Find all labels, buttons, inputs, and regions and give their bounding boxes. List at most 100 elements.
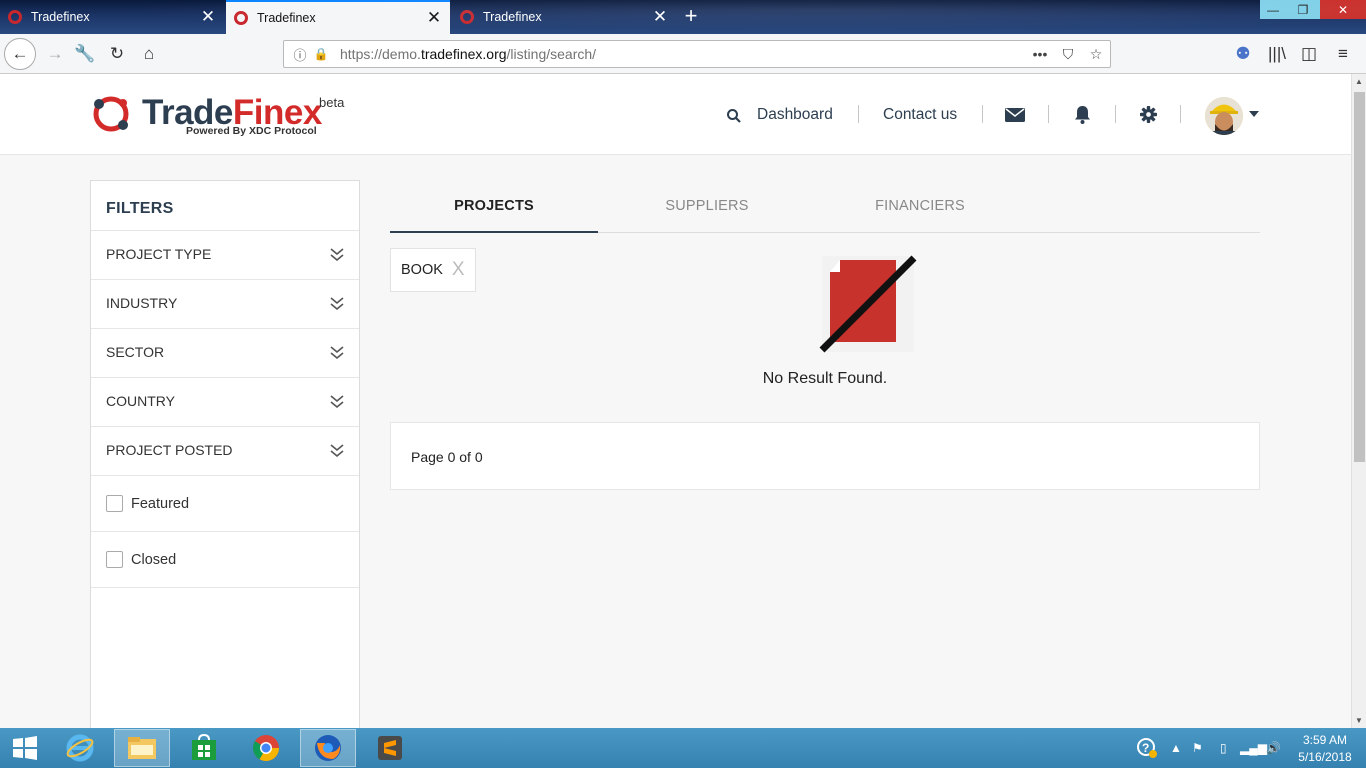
filter-label: SECTOR [106, 344, 165, 360]
nav-separator [1115, 105, 1116, 123]
svg-text:?: ? [1142, 741, 1149, 755]
nav-separator [1048, 105, 1049, 123]
action-center-flag-icon[interactable]: ⚑ [1192, 728, 1203, 768]
tab-projects[interactable]: PROJECTS [390, 180, 598, 233]
scroll-down-icon[interactable]: ▼ [1355, 716, 1363, 725]
battery-icon[interactable]: ▯ [1220, 728, 1227, 768]
featured-checkbox[interactable] [106, 495, 123, 512]
store-glyph-icon [192, 734, 216, 760]
filter-project-type[interactable]: PROJECT TYPE [91, 231, 359, 280]
windows-taskbar: ? ▲ ⚑ ▯ ▂▄▆ 🔊 3:59 AM 5/16/2018 [0, 728, 1366, 768]
menu-icon[interactable]: ≡ [1328, 39, 1358, 69]
folder-glyph-icon [128, 737, 156, 759]
forward-button[interactable]: → [40, 39, 70, 69]
system-clock[interactable]: 3:59 AM 5/16/2018 [1290, 732, 1360, 766]
firefox-icon[interactable] [300, 729, 356, 767]
show-hidden-icons-button[interactable]: ▲ [1170, 728, 1182, 768]
back-button[interactable]: ← [4, 38, 36, 70]
browser-tab-1[interactable]: Tradefinex ✕ [0, 0, 224, 34]
filter-label: PROJECT POSTED [106, 442, 233, 458]
sublime-text-icon[interactable] [362, 729, 418, 767]
reload-button[interactable]: ↻ [102, 39, 132, 69]
bell-icon[interactable] [1074, 105, 1091, 124]
info-icon[interactable]: ⓘ [288, 45, 312, 64]
close-tab-icon[interactable]: ✕ [652, 8, 668, 25]
nav-contact-link[interactable]: Contact us [883, 102, 957, 128]
clock-date: 5/16/2018 [1298, 750, 1352, 764]
site-header: TradeFinex beta Powered By XDC Protocol … [0, 74, 1351, 155]
scrollbar-thumb[interactable] [1354, 92, 1365, 462]
wrench-icon[interactable]: 🔧 [70, 39, 100, 69]
pagination-bar: Page 0 of 0 [390, 422, 1260, 490]
clock-time: 3:59 AM [1302, 733, 1348, 747]
bookmark-star-icon[interactable]: ☆ [1082, 46, 1110, 63]
close-window-button[interactable]: ✕ [1320, 0, 1366, 19]
tradefinex-favicon-icon [8, 10, 22, 24]
tab-financiers[interactable]: FINANCIERS [816, 180, 1024, 232]
help-glyph-icon: ? [1137, 738, 1157, 758]
browser-tab-2[interactable]: Tradefinex ✕ [226, 0, 450, 34]
nav-dashboard-link[interactable]: Dashboard [757, 102, 833, 128]
file-explorer-icon[interactable] [114, 729, 170, 767]
new-tab-button[interactable]: + [680, 5, 702, 27]
double-chevron-down-icon [330, 444, 344, 458]
browser-tab-title: Tradefinex [483, 10, 542, 24]
chevron-down-icon[interactable] [1249, 111, 1259, 117]
double-chevron-down-icon [330, 297, 344, 311]
maximize-window-button[interactable]: ❐ [1286, 0, 1320, 19]
windows-logo-icon [13, 736, 37, 760]
filter-industry[interactable]: INDUSTRY [91, 280, 359, 329]
browser-tab-3[interactable]: Tradefinex ✕ [452, 0, 676, 34]
scroll-up-icon[interactable]: ▲ [1355, 77, 1363, 86]
no-document-icon [819, 255, 917, 353]
close-tab-icon[interactable]: ✕ [426, 9, 442, 26]
chrome-icon[interactable] [238, 729, 294, 767]
filter-featured[interactable]: Featured [91, 476, 359, 532]
extension-icon[interactable]: ⚉ [1228, 39, 1258, 69]
close-tab-icon[interactable]: ✕ [200, 8, 216, 25]
tradefinex-logo[interactable]: TradeFinex beta Powered By XDC Protocol [88, 89, 358, 145]
logo-tagline: Powered By XDC Protocol [186, 125, 317, 137]
double-chevron-down-icon [330, 248, 344, 262]
address-bar[interactable]: ⓘ 🔒 https://demo.tradefinex.org/listing/… [283, 40, 1111, 68]
browser-tab-title: Tradefinex [257, 11, 316, 25]
double-chevron-down-icon [330, 395, 344, 409]
user-avatar[interactable] [1205, 97, 1243, 135]
remove-filter-icon[interactable]: X [452, 259, 465, 281]
windows-store-icon[interactable] [176, 729, 232, 767]
pocket-icon[interactable]: ⛉ [1054, 46, 1082, 63]
url-text[interactable]: https://demo.tradefinex.org/listing/sear… [340, 46, 1026, 62]
page-scrollbar[interactable]: ▲ ▼ [1351, 74, 1366, 728]
checkbox-label: Closed [131, 551, 177, 568]
browser-tab-bar: Tradefinex ✕ Tradefinex ✕ Tradefinex ✕ +… [0, 0, 1366, 34]
windows-start-button[interactable] [0, 729, 50, 767]
listing-tabs: PROJECTS SUPPLIERS FINANCIERS [390, 180, 1260, 233]
help-tray-icon[interactable]: ? [1136, 728, 1158, 768]
internet-explorer-icon[interactable] [52, 729, 108, 767]
filter-project-posted[interactable]: PROJECT POSTED [91, 427, 359, 476]
page-actions-icon[interactable]: ••• [1026, 46, 1054, 62]
sidebar-icon[interactable]: ◫ [1294, 39, 1324, 69]
envelope-icon[interactable] [1005, 108, 1025, 122]
filter-sector[interactable]: SECTOR [91, 329, 359, 378]
gear-icon[interactable] [1140, 106, 1157, 123]
home-button[interactable]: ⌂ [134, 39, 164, 69]
active-filter-chip: BOOK X [390, 248, 476, 292]
tab-suppliers[interactable]: SUPPLIERS [603, 180, 811, 232]
filter-closed[interactable]: Closed [91, 532, 359, 588]
ie-glyph-icon [66, 734, 94, 762]
library-icon[interactable]: |||\ [1262, 39, 1292, 69]
nav-separator [982, 105, 983, 123]
closed-checkbox[interactable] [106, 551, 123, 568]
tradefinex-favicon-icon [460, 10, 474, 24]
chrome-glyph-icon [252, 735, 280, 762]
minimize-window-button[interactable]: — [1260, 0, 1286, 19]
filter-country[interactable]: COUNTRY [91, 378, 359, 427]
filter-label: INDUSTRY [106, 295, 178, 311]
browser-tab-title: Tradefinex [31, 10, 90, 24]
volume-icon[interactable]: 🔊 [1266, 728, 1281, 768]
lock-icon: 🔒 [313, 47, 329, 61]
network-signal-icon[interactable]: ▂▄▆ [1240, 728, 1267, 768]
beta-label: beta [319, 95, 345, 110]
search-icon[interactable] [726, 108, 742, 124]
